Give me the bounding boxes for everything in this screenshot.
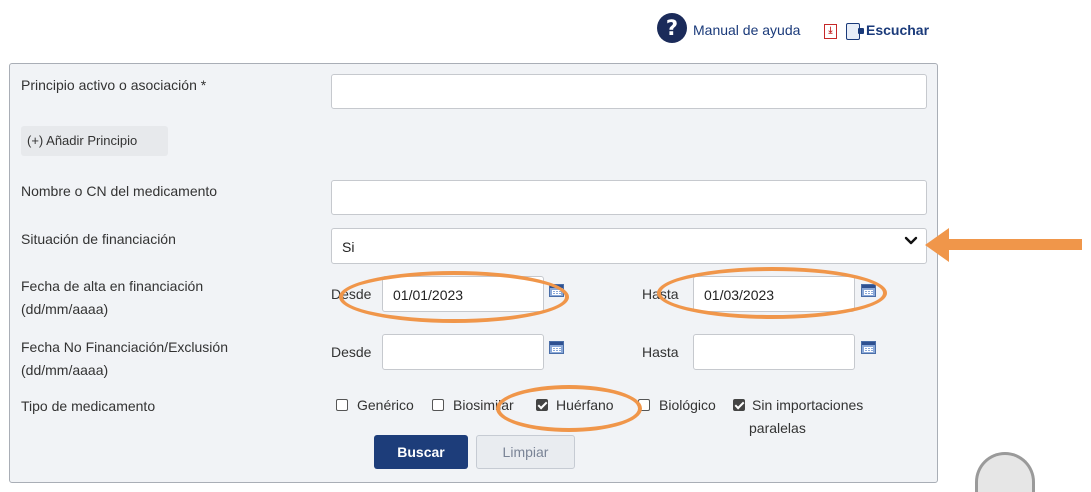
listen-icon[interactable] (846, 23, 864, 40)
annotation-arrow-head (925, 228, 949, 262)
medicine-name-label: Nombre o CN del medicamento (21, 183, 218, 199)
biosimilar-checkbox[interactable] (432, 399, 444, 411)
annotation-ring-orphan (496, 385, 642, 432)
exclusion-to-label: Hasta (642, 344, 679, 360)
annotation-ring-financing-from (339, 271, 569, 323)
exclusion-from-label: Desde (331, 344, 372, 360)
biological-label: Biológico (659, 397, 716, 413)
calendar-icon[interactable] (861, 341, 876, 354)
generic-checkbox[interactable] (336, 399, 348, 411)
active-ingredient-label: Principio activo o asociación * (21, 77, 207, 93)
active-ingredient-input[interactable] (331, 74, 927, 109)
calendar-icon[interactable] (549, 341, 564, 354)
financing-status-select[interactable]: Si (331, 228, 927, 264)
medicine-name-input[interactable] (331, 180, 927, 215)
exclusion-date-label: Fecha No Financiación/Exclusión (21, 339, 228, 355)
search-button[interactable]: Buscar (374, 435, 468, 469)
pdf-icon[interactable]: ⤓ (824, 24, 837, 39)
financing-date-label: Fecha de alta en financiación (21, 278, 204, 294)
help-circle-icon[interactable]: ? (657, 13, 687, 43)
corner-decoration (975, 452, 1035, 492)
exclusion-to-input[interactable] (693, 334, 855, 370)
annotation-ring-financing-to (657, 267, 887, 319)
no-parallel-imports-label-line2: paralelas (749, 420, 806, 436)
no-parallel-imports-checkbox[interactable] (733, 399, 745, 411)
financing-status-label: Situación de financiación (21, 231, 176, 247)
exclusion-date-format: (dd/mm/aaaa) (21, 362, 109, 378)
exclusion-from-input[interactable] (382, 334, 544, 370)
generic-label: Genérico (357, 397, 414, 413)
clear-button[interactable]: Limpiar (476, 435, 575, 469)
medicine-type-label: Tipo de medicamento (21, 398, 156, 414)
add-ingredient-button[interactable]: (+) Añadir Principio (21, 126, 168, 156)
no-parallel-imports-label: Sin importaciones (752, 397, 864, 413)
annotation-arrow-shaft (946, 239, 1082, 250)
manual-link[interactable]: Manual de ayuda (693, 22, 800, 38)
listen-link[interactable]: Escuchar (866, 22, 929, 38)
chevron-down-icon[interactable] (904, 234, 918, 248)
financing-date-format: (dd/mm/aaaa) (21, 301, 109, 317)
